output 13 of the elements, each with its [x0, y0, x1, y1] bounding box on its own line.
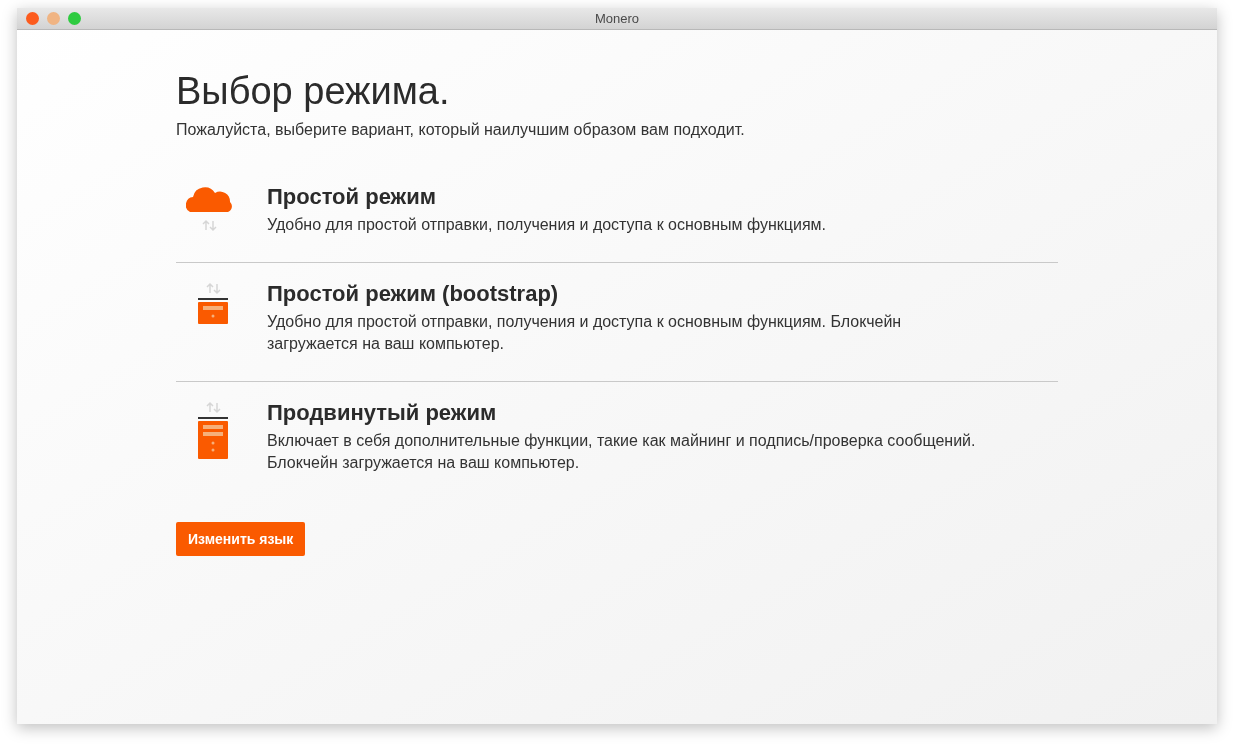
page-heading: Выбор режима. — [176, 69, 451, 114]
mode-description: Включает в себя дополнительные функции, такие как майнинг и подпись/проверка сообщений. Блокчейн загружается на ваш компьютер. — [267, 431, 977, 473]
mode-title[interactable]: Продвинутый режим — [267, 398, 992, 428]
cloud-icon — [186, 184, 232, 233]
zoom-button[interactable] — [68, 12, 81, 25]
mode-title[interactable]: Простой режим (bootstrap) — [267, 279, 992, 309]
mode-title[interactable]: Простой режим — [267, 182, 992, 212]
mode-description: Удобно для простой отправки, получения и доступа к основным функциям. Блокчейн загружается на ваш компьютер. — [267, 312, 903, 354]
window-title: Monero — [594, 9, 640, 28]
close-button[interactable] — [26, 12, 39, 25]
page-subtitle: Пожалуйста, выберите вариант, который наилучшим образом вам подходит. — [176, 120, 746, 140]
minimize-button[interactable] — [47, 12, 60, 25]
mode-description: Удобно для простой отправки, получения и доступа к основным функциям. — [267, 215, 827, 235]
